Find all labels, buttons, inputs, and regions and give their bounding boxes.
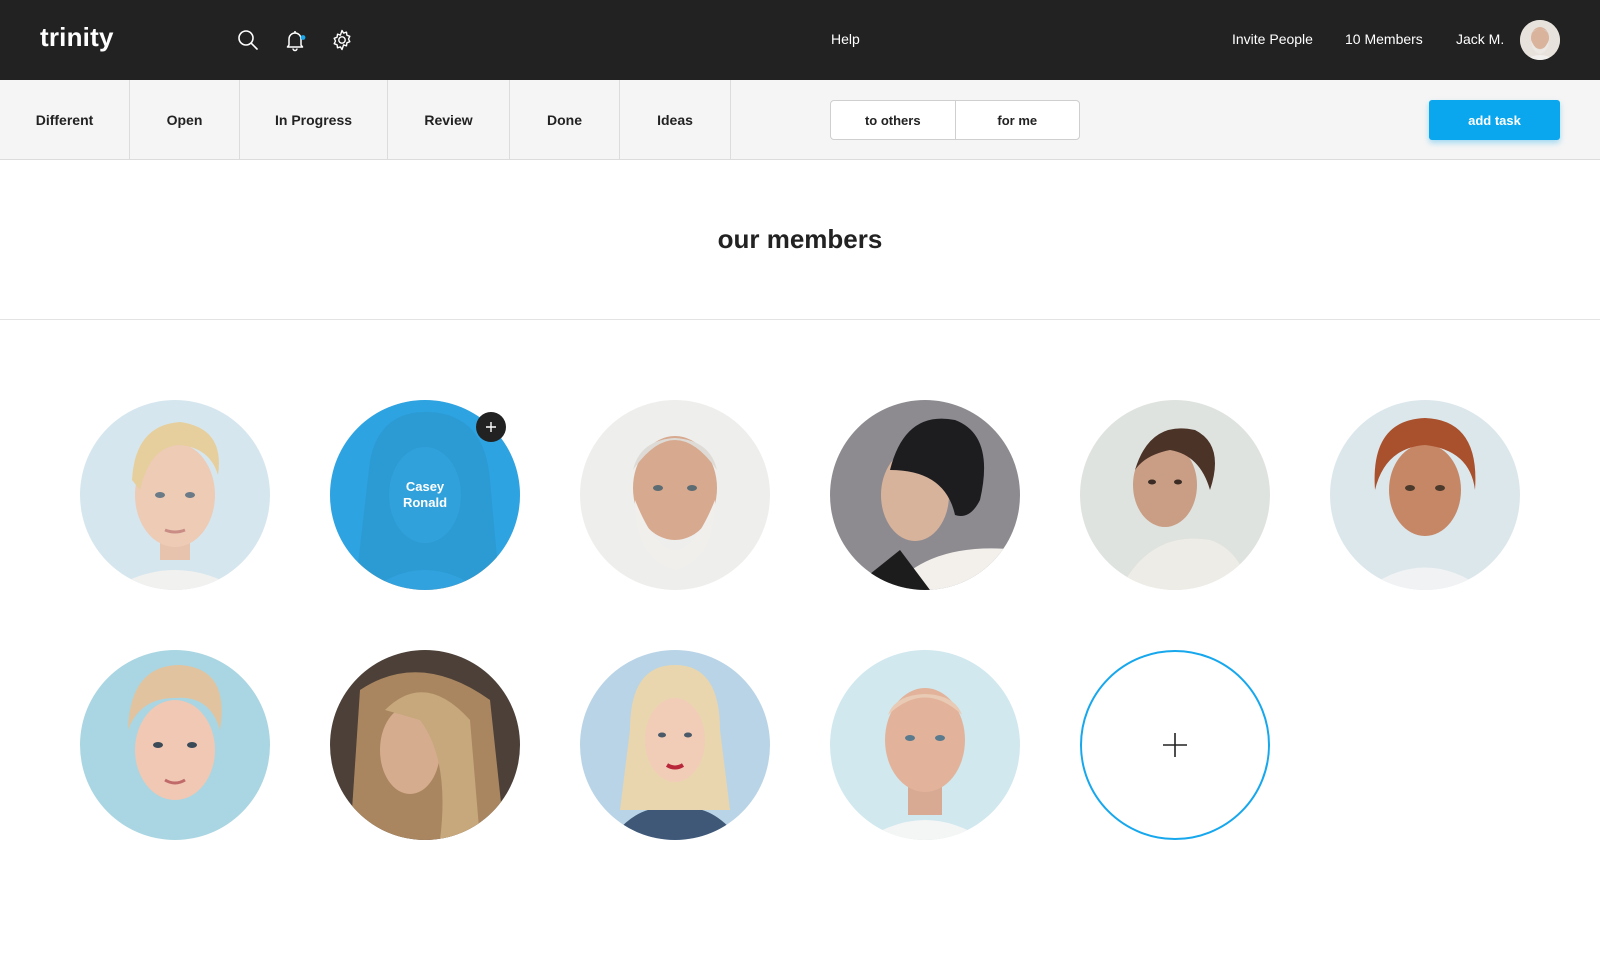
- member-avatar[interactable]: [1080, 400, 1270, 590]
- app-logo[interactable]: trinity: [40, 22, 114, 53]
- add-member-to-task-button[interactable]: [476, 412, 506, 442]
- member-avatar[interactable]: [580, 400, 770, 590]
- task-filter-toggle: to others for me: [830, 100, 1080, 140]
- member-avatar[interactable]: [830, 400, 1020, 590]
- user-avatar[interactable]: [1520, 20, 1560, 60]
- sub-navigation: Different Open In Progress Review Done I…: [0, 80, 1600, 160]
- tab-ideas[interactable]: Ideas: [620, 80, 731, 159]
- user-name[interactable]: Jack M.: [1456, 31, 1504, 47]
- gear-icon[interactable]: [330, 28, 354, 52]
- help-link[interactable]: Help: [831, 31, 860, 47]
- member-avatar[interactable]: [80, 400, 270, 590]
- bell-icon[interactable]: [283, 28, 307, 52]
- member-avatar[interactable]: [830, 650, 1020, 840]
- invite-people-link[interactable]: Invite People: [1232, 31, 1313, 47]
- tab-different[interactable]: Different: [0, 80, 130, 159]
- search-icon[interactable]: [236, 28, 260, 52]
- page-title: our members: [717, 224, 883, 254]
- member-avatar[interactable]: [1330, 400, 1520, 590]
- tab-done[interactable]: Done: [510, 80, 620, 159]
- page-heading: our members: [0, 160, 1600, 320]
- plus-icon: [486, 422, 496, 432]
- members-count-link[interactable]: 10 Members: [1345, 31, 1423, 47]
- plus-icon: [1163, 733, 1187, 757]
- filter-to-others-button[interactable]: to others: [831, 101, 955, 139]
- member-avatar[interactable]: [580, 650, 770, 840]
- tab-in-progress[interactable]: In Progress: [240, 80, 388, 159]
- member-avatar[interactable]: [330, 650, 520, 840]
- tab-open[interactable]: Open: [130, 80, 240, 159]
- member-avatar[interactable]: [80, 650, 270, 840]
- top-bar: trinity Help Invite People 10 Members Ja…: [0, 0, 1600, 80]
- filter-for-me-button[interactable]: for me: [954, 101, 1080, 139]
- add-member-button[interactable]: [1080, 650, 1270, 840]
- add-task-button[interactable]: add task: [1429, 100, 1560, 140]
- tab-review[interactable]: Review: [388, 80, 510, 159]
- member-name: Casey Ronald: [402, 479, 448, 510]
